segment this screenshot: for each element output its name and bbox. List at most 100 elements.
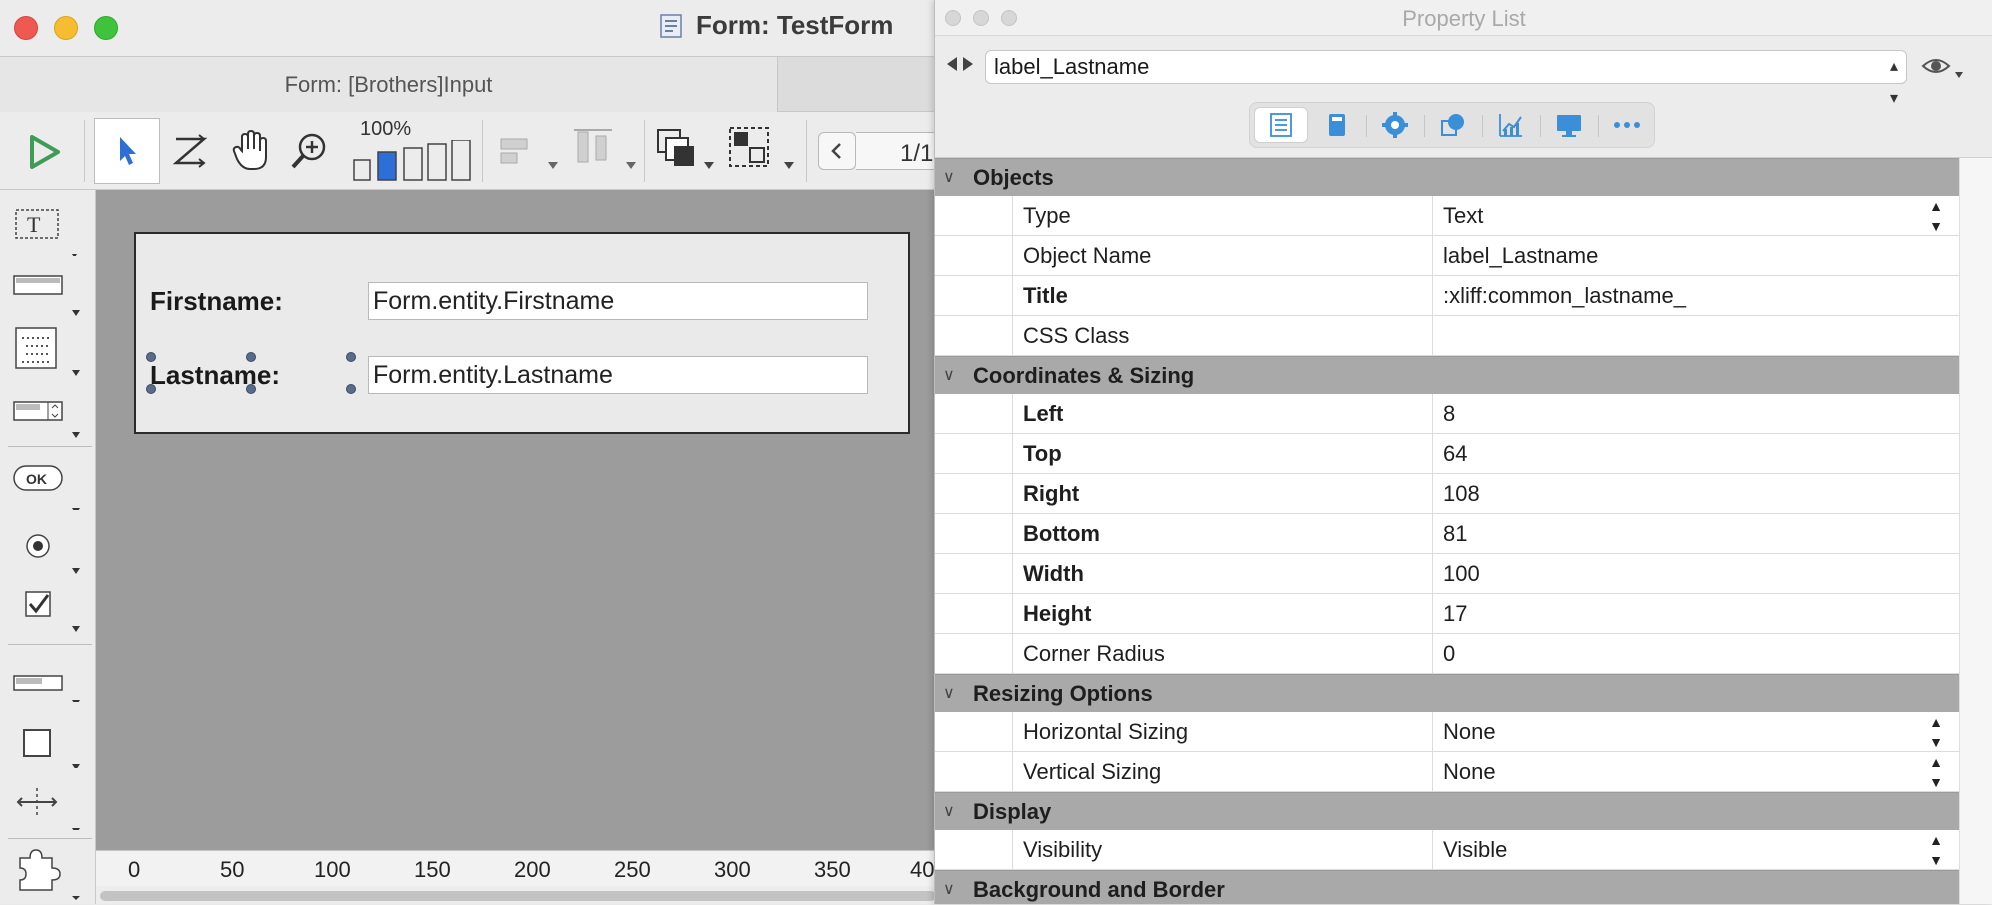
property-value-top[interactable]: 64 xyxy=(1443,434,1959,474)
layer-order-button[interactable] xyxy=(650,122,702,174)
group-button[interactable] xyxy=(724,122,776,174)
text-tool-button[interactable]: T xyxy=(10,204,80,258)
property-value-visibility[interactable]: Visible ▲ ▼ xyxy=(1443,830,1959,870)
scrollbar-thumb[interactable] xyxy=(100,891,936,901)
property-row-corner-radius[interactable]: Corner Radius 0 xyxy=(935,634,1959,674)
chevron-left-icon xyxy=(831,143,841,159)
section-display[interactable]: ∨ Display xyxy=(935,792,1959,830)
progress-tool-button[interactable] xyxy=(10,650,80,706)
select-tool-button[interactable] xyxy=(94,118,160,184)
distribute-button[interactable] xyxy=(568,122,620,174)
zoom-level-control[interactable] xyxy=(352,140,474,182)
form-area[interactable]: Firstname: Form.entity.Firstname Lastnam… xyxy=(134,232,910,434)
property-value-type[interactable]: Text ▲ ▼ xyxy=(1443,196,1959,236)
ruler-tick: 300 xyxy=(714,857,751,882)
resize-handle[interactable] xyxy=(146,384,156,394)
property-label: Visibility xyxy=(1023,830,1433,870)
splitter-tool-button[interactable] xyxy=(10,778,80,834)
close-window-button[interactable] xyxy=(14,16,38,40)
property-row-visibility[interactable]: Visibility Visible ▲ ▼ xyxy=(935,830,1959,870)
object-selector-dropdown[interactable]: label_Lastname ▴ ▾ xyxy=(985,50,1907,107)
property-row-height[interactable]: Height 17 xyxy=(935,594,1959,634)
property-list-titlebar: Property List xyxy=(935,0,1992,36)
tab-events[interactable] xyxy=(1368,107,1422,143)
property-label: CSS Class xyxy=(1023,316,1433,356)
tab-display[interactable] xyxy=(1542,107,1596,143)
window-title: Form: TestForm xyxy=(658,10,893,41)
label-firstname[interactable]: Firstname: xyxy=(150,286,283,317)
entry-order-button[interactable] xyxy=(166,126,214,176)
property-row-vertical-sizing[interactable]: Vertical Sizing None ▲ ▼ xyxy=(935,752,1959,792)
field-lastname[interactable]: Form.entity.Lastname xyxy=(368,356,868,394)
ruler-tick: 0 xyxy=(128,857,141,882)
magnifier-icon xyxy=(291,133,326,169)
property-row-top[interactable]: Top 64 xyxy=(935,434,1959,474)
property-value-right[interactable]: 108 xyxy=(1443,474,1959,514)
align-button[interactable] xyxy=(492,126,538,176)
property-value-css-class[interactable] xyxy=(1443,316,1959,356)
resize-handle[interactable] xyxy=(246,384,256,394)
property-row-bottom[interactable]: Bottom 81 xyxy=(935,514,1959,554)
resize-handle[interactable] xyxy=(146,352,156,362)
checkbox-tool-button[interactable] xyxy=(10,584,80,636)
rectangle-tool-button[interactable] xyxy=(10,716,80,770)
property-value-corner-radius[interactable]: 0 xyxy=(1443,634,1959,674)
property-label: Vertical Sizing xyxy=(1023,752,1433,792)
section-background-border[interactable]: ∨ Background and Border xyxy=(935,870,1959,904)
combo-tool-button[interactable] xyxy=(10,388,80,440)
distribute-icon xyxy=(574,129,612,163)
hand-tool-button[interactable] xyxy=(224,124,276,178)
previous-page-button[interactable] xyxy=(818,132,856,170)
property-row-left[interactable]: Left 8 xyxy=(935,394,1959,434)
form-document-icon xyxy=(660,13,682,38)
maximize-window-button[interactable] xyxy=(94,16,118,40)
section-resizing-options[interactable]: ∨ Resizing Options xyxy=(935,674,1959,712)
property-value-vertical-sizing[interactable]: None ▲ ▼ xyxy=(1443,752,1959,792)
property-row-css-class[interactable]: CSS Class xyxy=(935,316,1959,356)
plugin-tool-button[interactable] xyxy=(10,844,80,900)
property-value-left[interactable]: 8 xyxy=(1443,394,1959,434)
button-tool-button[interactable]: OK xyxy=(10,458,80,514)
tab-document[interactable] xyxy=(1310,107,1364,143)
section-objects[interactable]: ∨ Objects xyxy=(935,158,1959,196)
resize-handle[interactable] xyxy=(246,352,256,362)
property-value-horizontal-sizing[interactable]: None ▲ ▼ xyxy=(1443,712,1959,752)
property-list-scrollbar[interactable] xyxy=(1959,158,1992,904)
property-row-width[interactable]: Width 100 xyxy=(935,554,1959,594)
zoom-tool-button[interactable] xyxy=(284,124,334,178)
splitter-tool-icon xyxy=(16,788,80,834)
visibility-toggle-button[interactable] xyxy=(1921,54,1967,89)
property-value-bottom[interactable]: 81 xyxy=(1443,514,1959,554)
property-value-object-name[interactable]: label_Lastname xyxy=(1443,236,1959,276)
input-tool-button[interactable] xyxy=(10,266,80,318)
label-lastname[interactable]: Lastname: xyxy=(150,360,280,391)
updown-chevron-icon: ▲ ▼ xyxy=(1929,198,1943,234)
form-canvas[interactable]: Firstname: Form.entity.Firstname Lastnam… xyxy=(96,190,940,850)
section-coordinates-sizing[interactable]: ∨ Coordinates & Sizing xyxy=(935,356,1959,394)
prev-next-arrows-icon[interactable] xyxy=(943,54,979,74)
run-form-button[interactable] xyxy=(18,126,70,178)
tab-appearance[interactable] xyxy=(1426,107,1480,143)
resize-handle[interactable] xyxy=(346,352,356,362)
property-value-width[interactable]: 100 xyxy=(1443,554,1959,594)
property-row-title[interactable]: Title:xliff:common_lastname_ xyxy=(935,276,1959,316)
tab-data[interactable] xyxy=(1484,107,1538,143)
property-value-title[interactable]: :xliff:common_lastname_ xyxy=(1443,276,1959,316)
horizontal-scrollbar[interactable] xyxy=(96,886,940,904)
property-label: Bottom xyxy=(1023,514,1433,554)
rectangle-tool-icon xyxy=(23,729,80,770)
tab-more[interactable] xyxy=(1600,107,1654,143)
property-row-object-name[interactable]: Object Name label_Lastname xyxy=(935,236,1959,276)
property-row-right[interactable]: Right 108 xyxy=(935,474,1959,514)
tab-brothers-input[interactable]: Form: [Brothers]Input xyxy=(0,57,778,112)
tab-all-properties[interactable] xyxy=(1254,107,1308,143)
minimize-window-button[interactable] xyxy=(54,16,78,40)
list-tool-button[interactable] xyxy=(10,326,80,378)
property-row-horizontal-sizing[interactable]: Horizontal Sizing None ▲ ▼ xyxy=(935,712,1959,752)
radio-tool-button[interactable] xyxy=(10,524,80,576)
property-value-height[interactable]: 17 xyxy=(1443,594,1959,634)
resize-handle[interactable] xyxy=(346,384,356,394)
field-firstname[interactable]: Form.entity.Firstname xyxy=(368,282,868,320)
puzzle-plugin-icon xyxy=(19,849,80,900)
property-row-type[interactable]: Type Text ▲ ▼ xyxy=(935,196,1959,236)
